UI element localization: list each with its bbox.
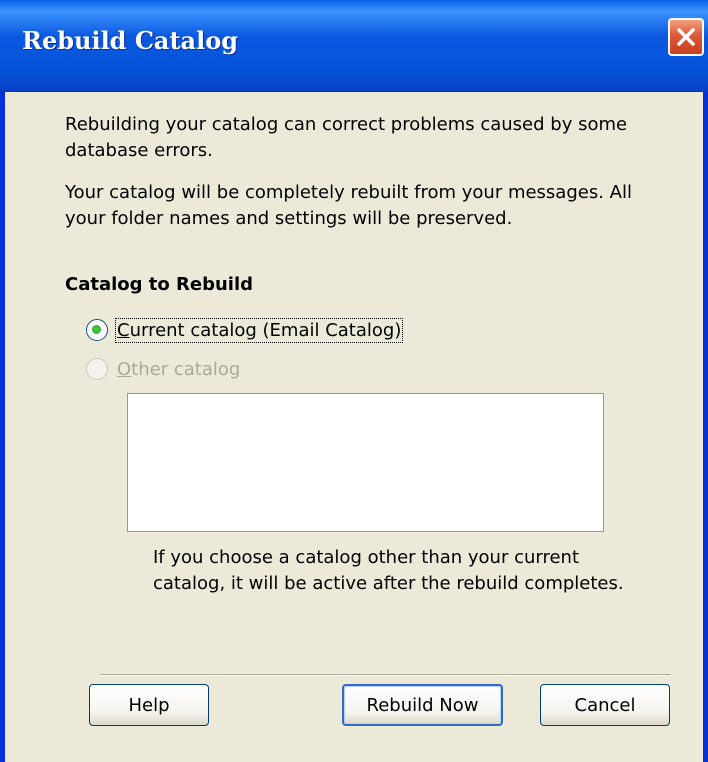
other-catalog-radio[interactable] (86, 358, 108, 380)
note-text: If you choose a catalog other than your … (153, 547, 624, 594)
rebuild-catalog-dialog: Rebuild Catalog Rebuilding your catalog … (0, 0, 708, 762)
current-catalog-radio[interactable] (86, 319, 108, 341)
preservation-paragraph: Your catalog will be completely rebuilt … (65, 182, 632, 229)
separator-line (100, 674, 671, 676)
current-catalog-mnemonic: C (117, 319, 130, 341)
section-title: Catalog to Rebuild (65, 274, 254, 295)
current-catalog-label[interactable]: Current catalog (Email Catalog) (114, 317, 404, 343)
other-catalog-option[interactable]: Other catalog (86, 358, 240, 380)
help-button[interactable]: Help (89, 684, 209, 726)
window-title: Rebuild Catalog (22, 26, 239, 55)
current-catalog-text: urrent catalog (Email Catalog) (129, 319, 402, 341)
rebuild-now-button[interactable]: Rebuild Now (342, 684, 503, 726)
cancel-button[interactable]: Cancel (540, 684, 670, 726)
title-bar[interactable]: Rebuild Catalog (0, 0, 708, 92)
other-catalog-text: ther catalog (131, 358, 241, 380)
close-button[interactable] (668, 18, 704, 56)
other-catalog-label[interactable]: Other catalog (117, 359, 240, 380)
dialog-body: Rebuilding your catalog can correct prob… (5, 92, 703, 762)
close-icon (675, 26, 697, 48)
current-catalog-option[interactable]: Current catalog (Email Catalog) (86, 317, 404, 343)
catalog-listbox[interactable] (127, 393, 604, 532)
description-paragraph: Rebuilding your catalog can correct prob… (65, 114, 628, 161)
other-catalog-mnemonic: O (117, 358, 132, 380)
